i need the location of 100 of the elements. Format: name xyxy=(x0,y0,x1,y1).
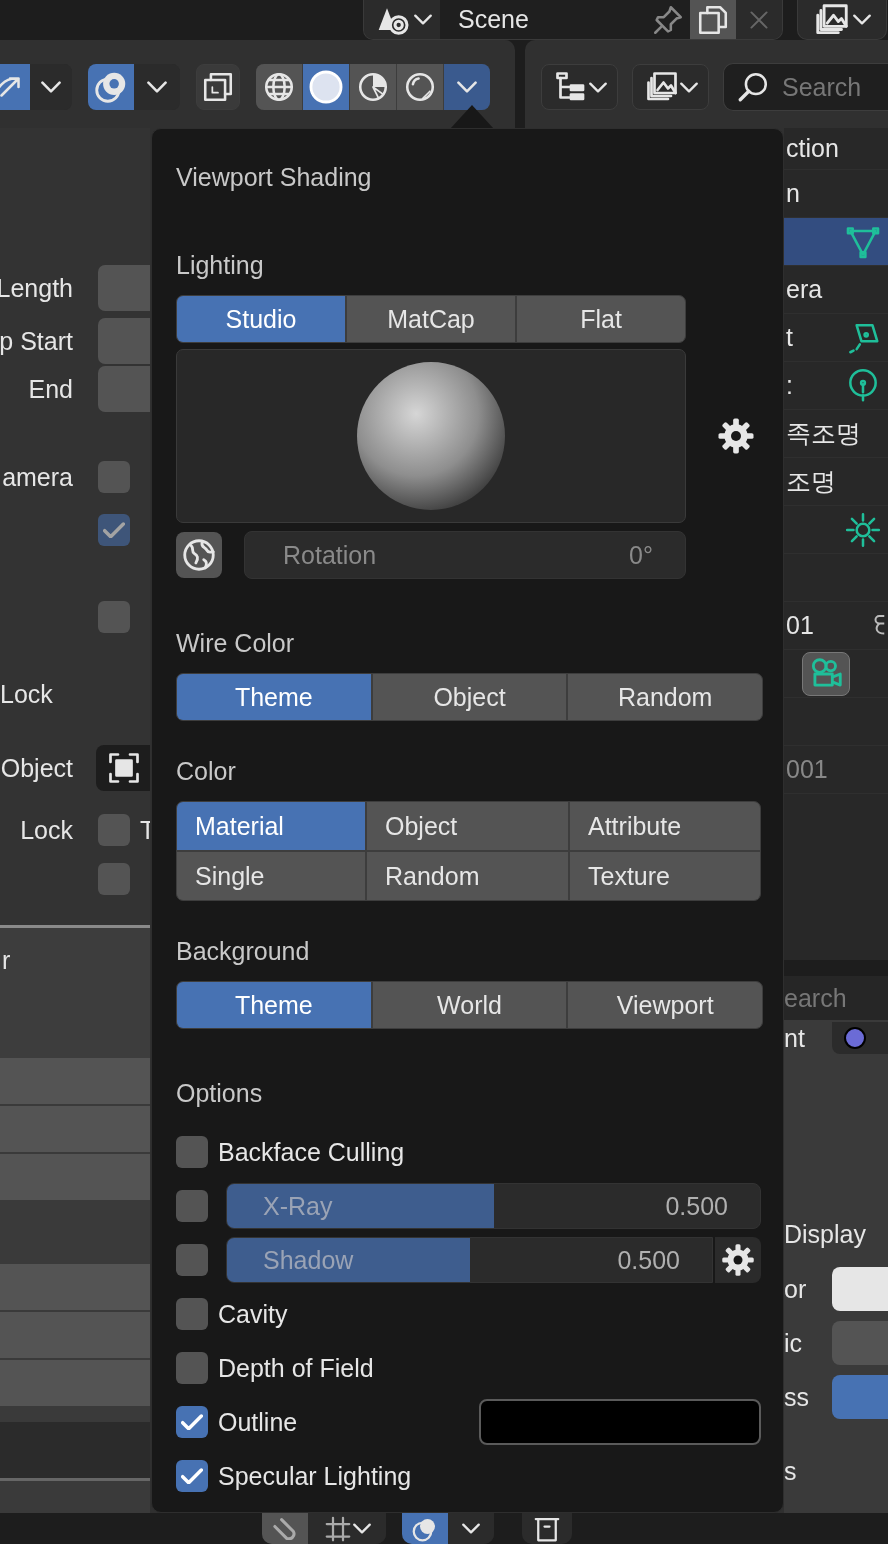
shading-mode-button[interactable] xyxy=(350,64,397,110)
magnet-icon xyxy=(273,1517,297,1540)
outliner-item-label: 족조명 xyxy=(785,418,861,449)
section-label: Color xyxy=(176,756,237,787)
number-field[interactable] xyxy=(98,366,150,412)
outliner-row[interactable] xyxy=(784,650,888,698)
snap-button[interactable] xyxy=(262,1513,308,1544)
outliner-item-label: 조명 xyxy=(785,466,836,497)
checkbox[interactable] xyxy=(98,461,130,493)
popover-title: Viewport Shading xyxy=(176,162,373,193)
checkbox[interactable] xyxy=(176,1406,208,1438)
caret-icon xyxy=(853,14,871,25)
outliner-item-label: ction xyxy=(785,134,839,163)
slider-value: 0.500 xyxy=(617,1245,680,1275)
checkbox-label: Backface Culling xyxy=(218,1137,405,1167)
outliner-item-label: era xyxy=(785,275,823,304)
section-label: Lighting xyxy=(176,250,265,281)
caret-icon xyxy=(588,81,607,93)
lighting-tab[interactable]: MatCap xyxy=(347,296,515,342)
outliner-item-label: : xyxy=(785,371,793,400)
material-slot-field[interactable] xyxy=(832,1022,888,1054)
studio-light-preview[interactable] xyxy=(176,349,686,523)
shading-options-dropdown[interactable] xyxy=(444,64,490,110)
number-field[interactable] xyxy=(98,318,150,364)
color-option-button[interactable]: Object xyxy=(367,802,568,850)
object-picker-field[interactable] xyxy=(96,745,150,791)
color-field[interactable] xyxy=(832,1321,888,1365)
check-icon xyxy=(103,522,125,538)
section-label: Wire Color xyxy=(176,628,296,659)
option-tab[interactable]: Object xyxy=(372,674,567,720)
number-field[interactable] xyxy=(98,265,150,311)
color-option-button[interactable]: Attribute xyxy=(570,802,760,850)
panel-heading[interactable]: Display xyxy=(784,1219,866,1249)
shading-mode-button[interactable] xyxy=(303,64,350,110)
display-mode-dropdown[interactable] xyxy=(541,64,618,110)
rotation-field[interactable]: Rotation 0° xyxy=(244,531,686,579)
checkbox[interactable] xyxy=(98,814,130,846)
checkbox[interactable] xyxy=(176,1460,208,1492)
panel-heading[interactable]: Lock xyxy=(0,679,53,709)
field-label: Rotation xyxy=(283,540,377,570)
checkbox[interactable] xyxy=(176,1298,208,1330)
section-label: Background xyxy=(176,936,311,967)
property-label: or xyxy=(784,1274,807,1304)
shading-mode-button[interactable] xyxy=(397,64,444,110)
proportional-edit-button[interactable] xyxy=(402,1513,448,1544)
panel-heading[interactable]: r xyxy=(2,946,11,975)
world-space-lighting-button[interactable] xyxy=(176,532,222,578)
slider-value: 0.500 xyxy=(665,1191,728,1221)
field-label: End xyxy=(27,374,73,404)
outliner-row[interactable] xyxy=(784,218,888,266)
property-label: ss xyxy=(784,1382,809,1412)
caret-icon xyxy=(147,81,167,93)
color-option-button[interactable]: Texture xyxy=(570,852,760,900)
color-option-button[interactable]: Single xyxy=(177,852,365,900)
option-tab[interactable]: Theme xyxy=(177,674,371,720)
globe-icon xyxy=(180,536,218,574)
slider[interactable]: Shadow 0.500 xyxy=(226,1237,713,1283)
checkbox[interactable] xyxy=(176,1352,208,1384)
checkbox[interactable] xyxy=(176,1244,208,1276)
checkbox[interactable] xyxy=(98,601,130,633)
lighting-tab[interactable]: Studio xyxy=(177,296,345,342)
slider-label: Shadow xyxy=(263,1245,354,1275)
outliner-item-label: 01 xyxy=(785,611,814,640)
color-swatch[interactable] xyxy=(479,1399,761,1445)
color-field[interactable] xyxy=(832,1375,888,1419)
xray-squares-icon xyxy=(201,70,235,104)
settings-button[interactable] xyxy=(715,1237,761,1283)
slider[interactable]: X-Ray 0.500 xyxy=(226,1183,761,1229)
option-tab[interactable]: Theme xyxy=(177,982,371,1028)
xray-toggle-button[interactable] xyxy=(196,64,240,110)
shading-mode-button[interactable] xyxy=(256,64,303,110)
lighting-tab[interactable]: Flat xyxy=(517,296,685,342)
caret-icon xyxy=(457,81,477,93)
search-icon xyxy=(736,70,770,104)
option-tab[interactable]: Random xyxy=(568,674,762,720)
search-field[interactable]: earch xyxy=(784,976,888,1020)
checkbox[interactable] xyxy=(176,1136,208,1168)
color-option-button[interactable]: Random xyxy=(367,852,568,900)
gizmo-button[interactable] xyxy=(0,64,30,110)
settings-icon xyxy=(716,416,756,456)
caret-icon xyxy=(353,1523,371,1534)
checkbox[interactable] xyxy=(98,863,130,895)
check-icon xyxy=(181,1468,203,1484)
option-tab[interactable]: Viewport xyxy=(568,982,762,1028)
search-field[interactable]: Search xyxy=(723,63,888,111)
option-tab[interactable]: World xyxy=(372,982,567,1028)
checkbox[interactable] xyxy=(176,1190,208,1222)
outliner-item-label: n xyxy=(785,179,800,208)
checkbox-label: Cavity xyxy=(218,1299,288,1329)
color-option-button[interactable]: Material xyxy=(177,802,365,850)
settings-icon xyxy=(720,1242,756,1278)
half-shaded-sphere-icon xyxy=(356,70,390,104)
editor-type-dropdown[interactable] xyxy=(797,0,887,40)
property-label: Object xyxy=(0,753,73,783)
color-field[interactable] xyxy=(832,1267,888,1311)
slot-label: nt xyxy=(784,1023,805,1053)
checkbox-label: Outline xyxy=(218,1407,298,1437)
filter-dropdown[interactable] xyxy=(632,64,709,110)
overlays-button[interactable] xyxy=(88,64,134,110)
camera-button[interactable] xyxy=(802,651,850,696)
